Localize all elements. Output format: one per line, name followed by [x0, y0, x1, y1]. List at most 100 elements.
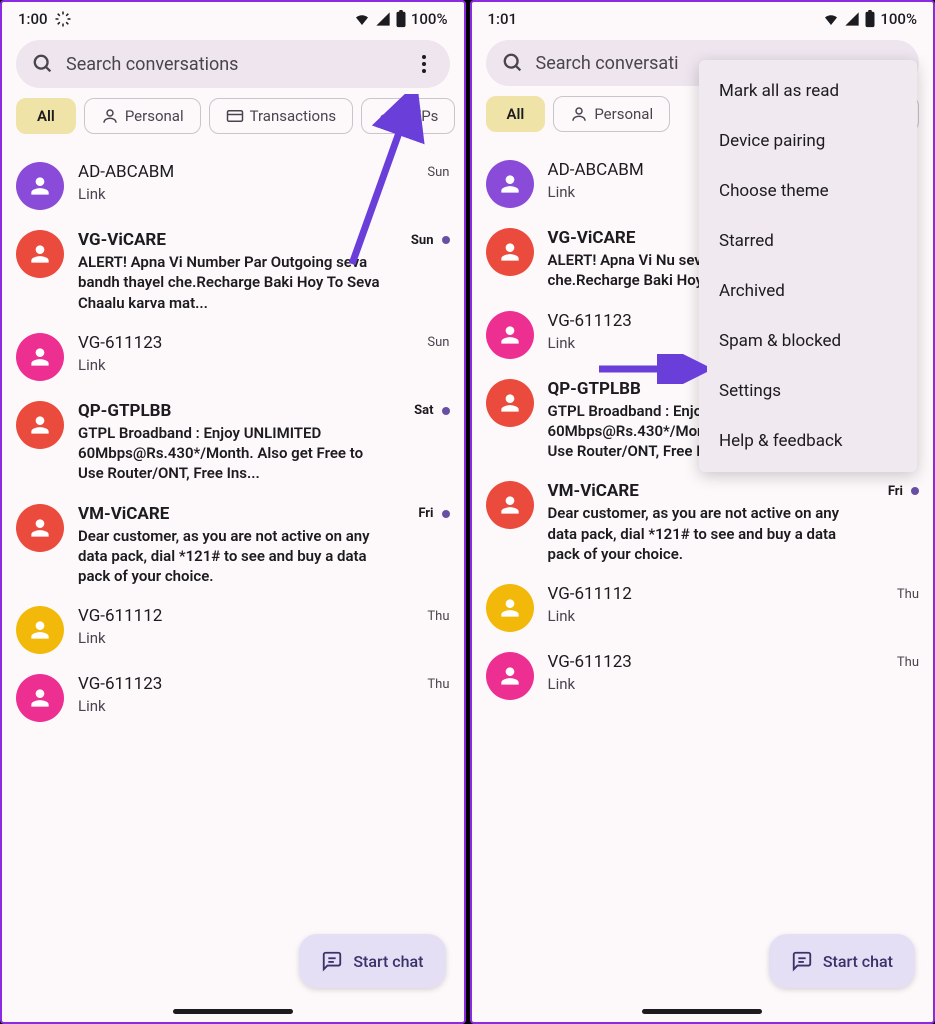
avatar [486, 160, 534, 208]
conversation-preview: Dear customer, as you are not active on … [78, 526, 388, 587]
conversation-time: Fri [418, 506, 449, 521]
conversation-title: VG-ViCARE [548, 228, 636, 248]
menu-item[interactable]: Mark all as read [699, 66, 917, 116]
conversation-preview: Dear customer, as you are not active on … [548, 503, 858, 564]
menu-item[interactable]: Device pairing [699, 116, 917, 166]
unread-indicator [442, 510, 450, 518]
phone-screen-left: 1:00 100% Search conversations All Perso… [0, 0, 466, 1024]
chip-personal[interactable]: Personal [553, 96, 670, 132]
avatar [16, 333, 64, 381]
avatar [16, 162, 64, 210]
conversation-title: VG-611123 [78, 333, 162, 353]
unread-indicator [911, 487, 919, 495]
conversation-title: VG-611123 [78, 674, 162, 694]
conversation-title: VG-ViCARE [78, 230, 166, 250]
conversation-time: Thu [897, 587, 919, 602]
avatar [486, 311, 534, 359]
avatar [486, 228, 534, 276]
chip-all[interactable]: All [16, 98, 76, 134]
conversation-item[interactable]: VM-ViCARE Fri Dear customer, as you are no… [486, 471, 920, 574]
conversation-item[interactable]: VG-611112 Thu Link [486, 574, 920, 642]
conversation-preview: ALERT! Apna Vi Number Par Outgoing seva … [78, 252, 388, 313]
search-icon [32, 53, 54, 75]
conversation-preview: Link [78, 355, 388, 375]
phone-screen-right: 1:01 100% Search conversati All Personal… [470, 0, 935, 1024]
more-menu-button[interactable] [414, 52, 434, 76]
filter-chips: All Personal Transactions OTPs [2, 98, 464, 146]
conversation-time: Thu [427, 609, 449, 624]
conversation-title: AD-ABCABM [548, 160, 644, 180]
avatar [16, 230, 64, 278]
conversation-title: VM-ViCARE [78, 504, 169, 524]
nav-handle[interactable] [642, 1009, 762, 1014]
conversation-preview: Link [548, 606, 858, 626]
start-chat-button[interactable]: Start chat [769, 934, 915, 988]
key-icon [378, 107, 396, 125]
menu-item[interactable]: Settings [699, 366, 917, 416]
menu-item[interactable]: Spam & blocked [699, 316, 917, 366]
battery-icon [395, 10, 407, 28]
signal-icon [375, 11, 391, 27]
conversation-time: Thu [427, 677, 449, 692]
avatar [16, 606, 64, 654]
conversation-time: Sat [414, 403, 449, 418]
conversation-time: Sun [427, 335, 449, 350]
conversation-item[interactable]: AD-ABCABMSunLink [16, 152, 450, 220]
conversation-title: VG-611123 [548, 652, 632, 672]
conversation-preview: Link [78, 628, 388, 648]
chip-transactions[interactable]: Transactions [209, 98, 354, 134]
conversation-title: QP-GTPLBB [78, 401, 171, 421]
menu-item[interactable]: Help & feedback [699, 416, 917, 466]
battery-icon [864, 10, 876, 28]
avatar [486, 584, 534, 632]
person-icon [101, 107, 119, 125]
battery-percent: 100% [411, 10, 448, 28]
conversation-time: Sun [411, 233, 450, 248]
menu-item[interactable]: Choose theme [699, 166, 917, 216]
conversation-preview: Link [548, 674, 858, 694]
battery-percent: 100% [880, 10, 917, 28]
wifi-icon [353, 10, 371, 28]
search-bar[interactable]: Search conversations [16, 40, 450, 88]
chip-all[interactable]: All [486, 96, 546, 132]
start-chat-button[interactable]: Start chat [299, 934, 445, 988]
conversation-title: VG-611112 [548, 584, 632, 604]
chip-personal[interactable]: Personal [84, 98, 201, 134]
conversation-time: Thu [897, 655, 919, 670]
overflow-menu: Mark all as readDevice pairingChoose the… [699, 60, 917, 472]
conversation-item[interactable]: VG-ViCARE Sun ALERT! Apna Vi Number Par Ou… [16, 220, 450, 323]
status-time: 1:00 [18, 10, 48, 28]
conversation-time: Fri [888, 484, 919, 499]
avatar [16, 401, 64, 449]
status-bar: 1:00 100% [2, 2, 464, 32]
status-time: 1:01 [488, 10, 518, 28]
conversation-list[interactable]: AD-ABCABM Sun Link VG-ViCARE Sun ALERT! Apna … [2, 146, 464, 1022]
conversation-item[interactable]: VG-611123ThuLink [16, 664, 450, 732]
chip-otps[interactable]: OTPs [361, 98, 455, 134]
conversation-item[interactable]: VG-611112ThuLink [16, 596, 450, 664]
signal-icon [844, 11, 860, 27]
chat-icon [321, 950, 343, 972]
chat-icon [791, 950, 813, 972]
wifi-icon [822, 10, 840, 28]
conversation-title: AD-ABCABM [78, 162, 174, 182]
card-icon [226, 107, 244, 125]
conversation-time: Sun [427, 165, 449, 180]
avatar [486, 481, 534, 529]
conversation-item[interactable]: QP-GTPLBBSatGTPL Broadband : Enjoy UNLIM… [16, 391, 450, 494]
menu-item[interactable]: Archived [699, 266, 917, 316]
menu-item[interactable]: Starred [699, 216, 917, 266]
avatar [16, 674, 64, 722]
conversation-title: VG-611123 [548, 311, 632, 331]
conversation-item[interactable]: VG-611123 Sun Link [16, 323, 450, 391]
conversation-title: VM-ViCARE [548, 481, 639, 501]
avatar [16, 504, 64, 552]
avatar [486, 652, 534, 700]
nav-handle[interactable] [173, 1009, 293, 1014]
conversation-title: QP-GTPLBB [548, 379, 641, 399]
conversation-item[interactable]: VG-611123 Thu Link [486, 642, 920, 710]
status-bar: 1:01 100% [472, 2, 934, 32]
person-icon [570, 105, 588, 123]
conversation-item[interactable]: VM-ViCARE Fri Dear customer, as you are no… [16, 494, 450, 597]
unread-indicator [442, 407, 450, 415]
